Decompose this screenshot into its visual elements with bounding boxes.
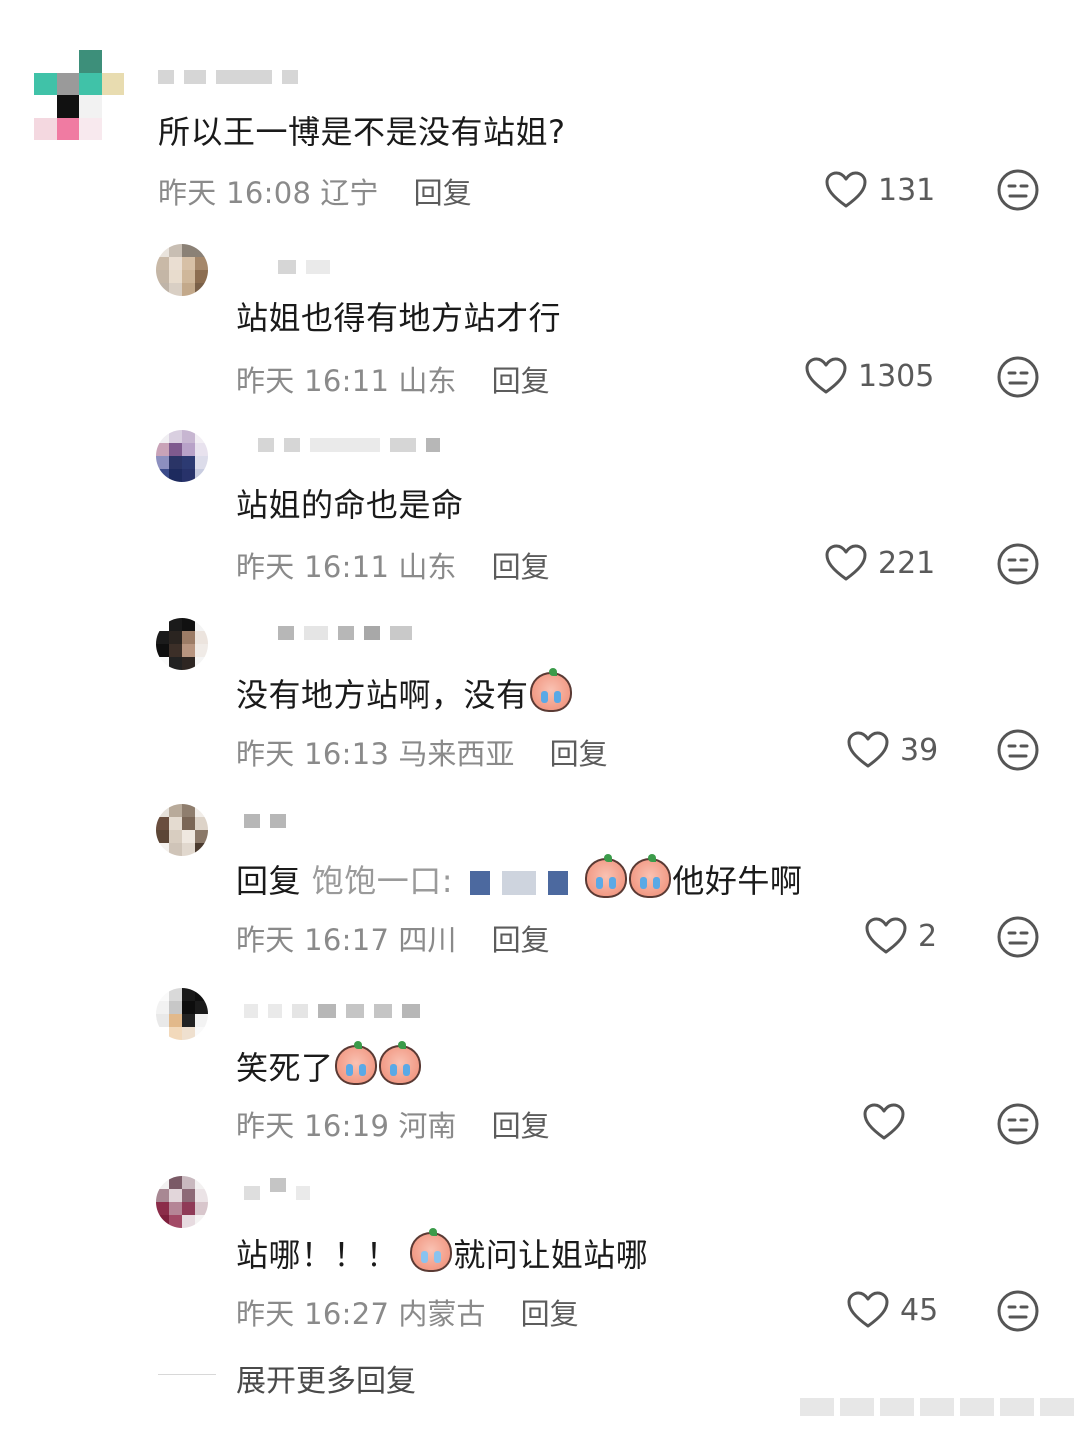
reply-button[interactable]: 回复	[492, 923, 550, 957]
comment-meta: 昨天 16:08 辽宁 回复	[158, 170, 472, 212]
like-count: 221	[878, 545, 936, 581]
avatar[interactable]	[156, 618, 208, 670]
reply-target[interactable]: 饱饱一口:	[312, 862, 453, 900]
crying-peach-emoji	[585, 854, 628, 898]
reply-button[interactable]: 回复	[492, 1109, 550, 1143]
like-count: 1305	[858, 358, 935, 394]
username-blurred[interactable]	[278, 626, 412, 640]
blurred-mention	[501, 871, 536, 895]
comment-meta: 昨天 16:19 河南 回复	[236, 1103, 550, 1145]
comment-text: 站姐的命也是命	[236, 486, 464, 524]
heart-outline-icon	[847, 731, 889, 768]
comment-meta: 昨天 16:17 四川 回复	[236, 917, 550, 959]
comment-meta: 昨天 16:27 内蒙古 回复	[236, 1291, 579, 1333]
comment-text: 站姐也得有地方站才行	[236, 299, 562, 337]
comment-time: 昨天 16:11	[236, 550, 390, 584]
crying-peach-emoji	[529, 668, 572, 712]
like-button[interactable]: 39	[846, 730, 938, 770]
comment-text: 回复 饱饱一口: 他好牛啊	[236, 854, 803, 901]
expand-more-replies-button[interactable]: 展开更多回复	[236, 1356, 416, 1400]
like-count: 131	[878, 172, 936, 208]
meh-face-icon[interactable]	[996, 1102, 1040, 1146]
meh-face-icon[interactable]	[996, 168, 1040, 212]
comment-text-body: 他好牛啊	[672, 862, 803, 900]
reply-button[interactable]: 回复	[492, 550, 550, 584]
reply-button[interactable]: 回复	[550, 737, 608, 771]
comment-location: 山东	[398, 550, 457, 584]
crying-peach-emoji	[410, 1228, 453, 1272]
comment-text-body: 没有地方站啊，没有	[236, 676, 529, 714]
watermark	[800, 1398, 1074, 1416]
comment-meta: 昨天 16:13 马来西亚 回复	[236, 731, 608, 773]
comment-location: 河南	[398, 1109, 457, 1143]
username-blurred[interactable]	[244, 1178, 310, 1200]
like-button[interactable]: 131	[824, 170, 935, 210]
comment-text: 站哪！！！ 就问让姐站哪	[236, 1228, 649, 1275]
comment-time: 昨天 16:08	[158, 176, 312, 210]
username-blurred[interactable]	[158, 70, 298, 84]
comment-text-body: 就问让姐站哪	[453, 1236, 649, 1274]
like-button[interactable]	[862, 1102, 916, 1142]
heart-outline-icon	[863, 1103, 905, 1140]
meh-face-icon[interactable]	[996, 1289, 1040, 1333]
crying-peach-emoji	[334, 1041, 377, 1085]
comment-location: 辽宁	[320, 176, 379, 210]
avatar[interactable]	[156, 430, 208, 482]
comment-meta: 昨天 16:11 山东 回复	[236, 544, 550, 586]
meh-face-icon[interactable]	[996, 355, 1040, 399]
meh-face-icon[interactable]	[996, 915, 1040, 959]
crying-peach-emoji	[629, 854, 672, 898]
comment-time: 昨天 16:19	[236, 1109, 390, 1143]
comment-location: 内蒙古	[398, 1297, 486, 1331]
comment-time: 昨天 16:13	[236, 737, 390, 771]
comment-text: 没有地方站啊，没有	[236, 668, 573, 715]
like-count: 39	[900, 732, 939, 768]
comment-location: 马来西亚	[398, 737, 515, 771]
comment-text-body: 笑死了	[236, 1049, 334, 1087]
heart-outline-icon	[865, 917, 907, 954]
avatar[interactable]	[34, 50, 124, 140]
comment-time: 昨天 16:11	[236, 364, 390, 398]
comment-time: 昨天 16:17	[236, 923, 390, 957]
expand-divider	[158, 1374, 216, 1375]
comment-location: 四川	[398, 923, 457, 957]
username-blurred[interactable]	[278, 260, 330, 274]
blurred-mention	[547, 871, 568, 895]
like-button[interactable]: 221	[824, 543, 935, 583]
avatar[interactable]	[156, 804, 208, 856]
like-button[interactable]: 45	[846, 1290, 938, 1330]
reply-button[interactable]: 回复	[414, 176, 472, 210]
like-count: 2	[918, 918, 938, 954]
comment-text-body: 站哪！！！	[236, 1236, 399, 1274]
meh-face-icon[interactable]	[996, 542, 1040, 586]
comment-time: 昨天 16:27	[236, 1297, 390, 1331]
reply-prefix: 回复	[236, 862, 302, 900]
like-count: 45	[900, 1292, 939, 1328]
like-button[interactable]: 2	[864, 916, 937, 956]
meh-face-icon[interactable]	[996, 728, 1040, 772]
username-blurred[interactable]	[244, 1004, 420, 1018]
comment-text: 笑死了	[236, 1041, 422, 1088]
like-button[interactable]: 1305	[804, 356, 934, 396]
reply-button[interactable]: 回复	[521, 1297, 579, 1331]
comment-location: 山东	[398, 364, 457, 398]
heart-outline-icon	[805, 357, 847, 394]
heart-outline-icon	[825, 171, 867, 208]
avatar[interactable]	[156, 244, 208, 296]
heart-outline-icon	[825, 544, 867, 581]
username-blurred[interactable]	[258, 438, 440, 452]
comment-text: 所以王一博是不是没有站姐?	[158, 113, 566, 151]
reply-button[interactable]: 回复	[492, 364, 550, 398]
comment-meta: 昨天 16:11 山东 回复	[236, 358, 550, 400]
username-blurred[interactable]	[244, 814, 286, 828]
crying-peach-emoji	[378, 1041, 421, 1085]
avatar[interactable]	[156, 988, 208, 1040]
avatar[interactable]	[156, 1176, 208, 1228]
heart-outline-icon	[847, 1291, 889, 1328]
blurred-mention	[469, 871, 490, 895]
